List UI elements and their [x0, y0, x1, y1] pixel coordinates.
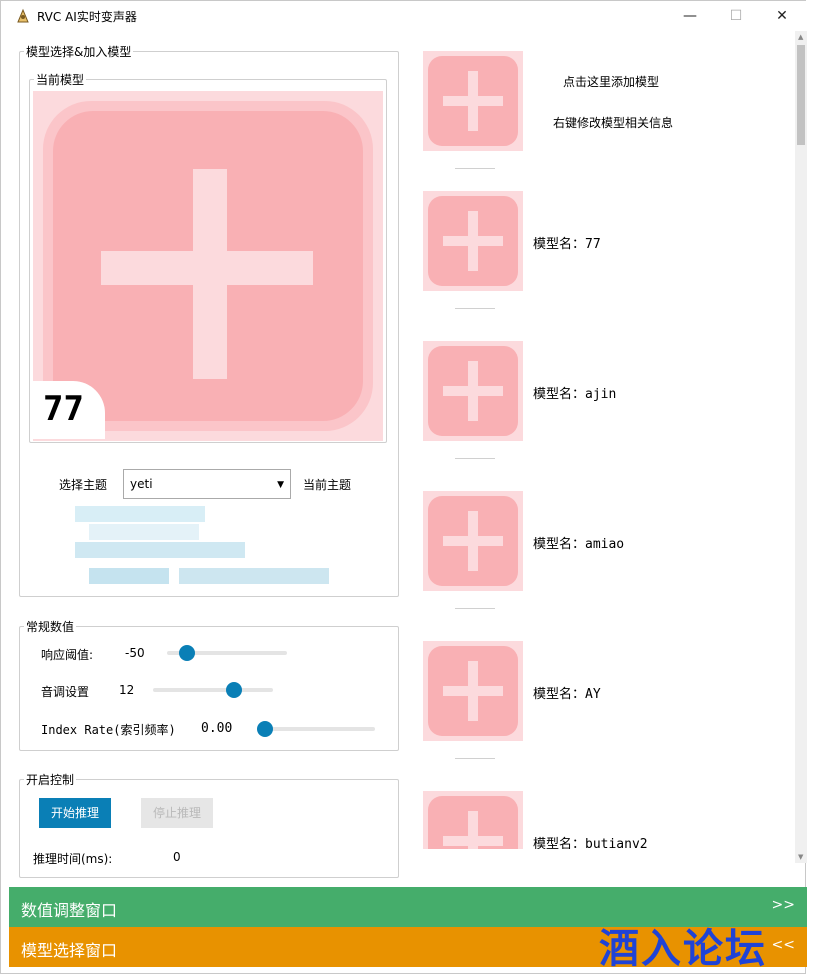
model-card[interactable] — [423, 791, 523, 849]
scroll-up-icon[interactable]: ▲ — [798, 33, 803, 41]
threshold-label: 响应阈值: — [41, 648, 94, 662]
divider — [455, 458, 495, 459]
model-card[interactable] — [423, 491, 523, 591]
window-title: RVC AI实时变声器 — [37, 10, 137, 24]
model-window-label: 模型选择窗口 — [21, 941, 118, 960]
divider — [455, 168, 495, 169]
theme-label: 选择主题 — [59, 478, 108, 492]
control-legend: 开启控制 — [26, 773, 75, 787]
add-model-card[interactable] — [423, 51, 523, 151]
model-avatar-badge: 77 — [33, 381, 105, 439]
close-button[interactable]: ✕ — [759, 1, 805, 31]
add-model-hint[interactable]: 点击这里添加模型 — [563, 73, 659, 90]
param-window-label: 数值调整窗口 — [21, 901, 118, 920]
add-icon — [423, 341, 523, 441]
divider — [455, 758, 495, 759]
divider — [455, 608, 495, 609]
theme-select-value: yeti — [130, 477, 153, 491]
add-icon — [423, 191, 523, 291]
stop-inference-button[interactable]: 停止推理 — [141, 798, 213, 828]
threshold-slider[interactable] — [167, 645, 287, 661]
inference-time-label: 推理时间(ms): — [33, 852, 113, 866]
scroll-down-icon[interactable]: ▼ — [798, 853, 803, 861]
threshold-value: -50 — [125, 646, 145, 660]
model-name-label: 模型名：AY — [533, 687, 601, 702]
add-icon — [423, 51, 523, 151]
title-bar: RVC AI实时变声器 — ☐ ✕ — [1, 1, 807, 31]
collapse-arrow-icon: << — [771, 937, 795, 953]
desktop-background — [806, 0, 814, 974]
model-list: 点击这里添加模型 右键修改模型相关信息 模型名：77 模型名：ajin 模型名：am… — [423, 51, 795, 849]
model-card[interactable] — [423, 641, 523, 741]
watermark: 酒入论坛 — [599, 926, 767, 972]
pitch-slider[interactable] — [153, 682, 273, 698]
expand-arrow-icon: >> — [771, 897, 795, 913]
index-rate-label: Index Rate(索引频率) — [41, 723, 176, 737]
edit-model-hint: 右键修改模型相关信息 — [553, 116, 674, 130]
chevron-down-icon: ▼ — [277, 480, 284, 490]
model-card[interactable] — [423, 341, 523, 441]
minimize-button[interactable]: — — [667, 1, 713, 31]
current-theme-label: 当前主题 — [303, 478, 352, 492]
index-rate-slider-handle[interactable] — [257, 721, 273, 737]
app-logo-icon — [17, 8, 29, 23]
app-window: RVC AI实时变声器 — ☐ ✕ 模型选择&加入模型 当前模型 77 选择主题… — [0, 0, 807, 974]
params-legend: 常规数值 — [26, 620, 75, 634]
divider — [455, 308, 495, 309]
model-name-label: 模型名：77 — [533, 237, 601, 252]
model-name-label: 模型名：amiao — [533, 537, 625, 552]
model-name-label: 模型名：ajin — [533, 387, 617, 402]
theme-select[interactable]: yeti ▼ — [123, 469, 291, 499]
add-icon — [423, 641, 523, 741]
current-model-preview[interactable]: 77 — [33, 91, 383, 441]
index-rate-slider[interactable] — [257, 721, 375, 737]
pitch-slider-handle[interactable] — [225, 682, 242, 698]
pitch-value: 12 — [119, 683, 135, 697]
current-model-legend: 当前模型 — [36, 73, 85, 87]
add-icon — [423, 791, 523, 849]
blurred-info-area — [75, 506, 395, 586]
model-avatar-text: 77 — [43, 389, 84, 429]
model-card[interactable] — [423, 191, 523, 291]
pitch-label: 音调设置 — [41, 685, 90, 699]
add-icon — [423, 491, 523, 591]
scrollbar-thumb[interactable] — [797, 45, 805, 145]
index-rate-value: 0.00 — [201, 721, 233, 736]
maximize-button[interactable]: ☐ — [713, 1, 759, 31]
model-list-scrollbar[interactable]: ▲ ▼ — [795, 31, 807, 863]
model-group-legend: 模型选择&加入模型 — [26, 45, 132, 59]
inference-time-value: 0 — [173, 850, 181, 864]
start-inference-button[interactable]: 开始推理 — [39, 798, 111, 828]
model-name-label: 模型名：butianv2 — [533, 837, 648, 849]
